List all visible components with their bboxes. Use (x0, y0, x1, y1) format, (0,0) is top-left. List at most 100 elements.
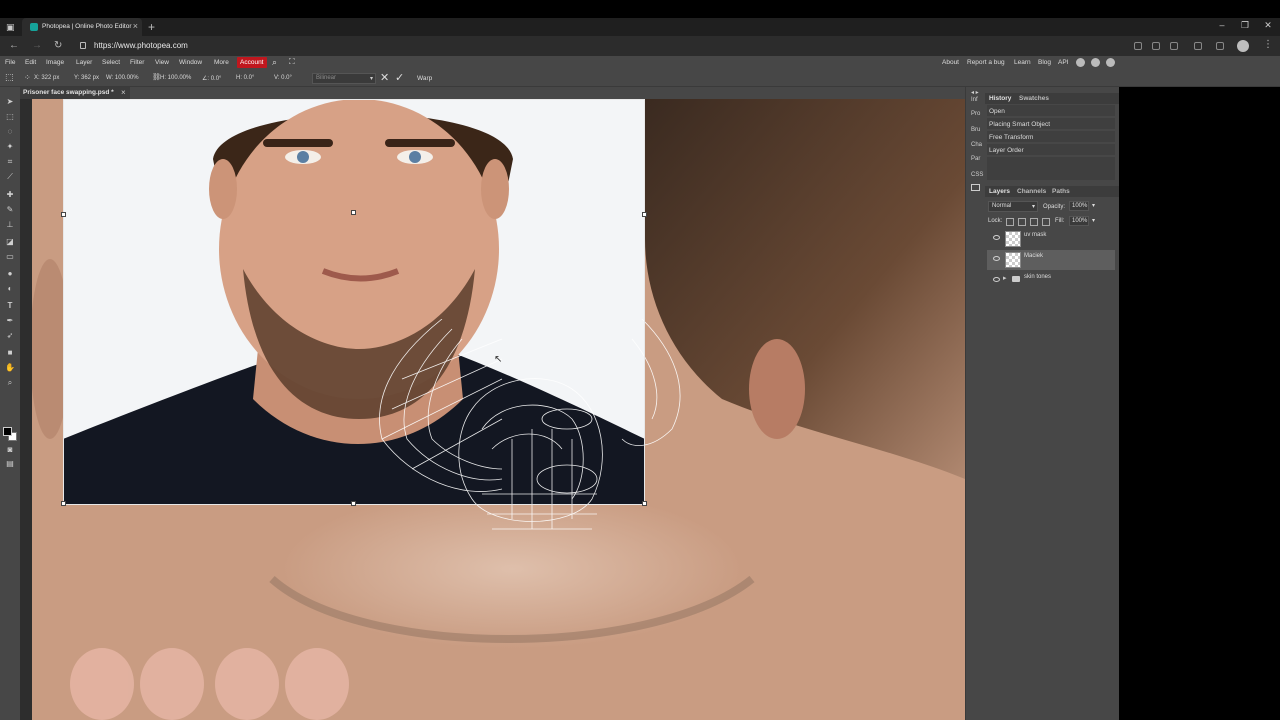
marquee-tool-icon[interactable]: ⬚ (5, 112, 15, 122)
lock-pixels-icon[interactable] (1018, 218, 1026, 226)
api-link[interactable]: API (1058, 59, 1068, 66)
brush-tool-icon[interactable]: ✎ (5, 205, 15, 215)
panel-properties[interactable]: Pro (971, 111, 980, 117)
reference-point-icon[interactable]: ⁘ (24, 73, 31, 82)
panel-info[interactable]: Inf (971, 97, 978, 103)
menu-select[interactable]: Select (102, 59, 120, 66)
extension-icon[interactable] (1134, 42, 1142, 50)
warp-button[interactable]: Warp (417, 75, 432, 82)
learn-link[interactable]: Learn (1014, 59, 1031, 66)
rotation-field[interactable]: ∠: 0.0° (202, 75, 221, 82)
panel-character[interactable]: Cha (971, 142, 982, 148)
back-arrow-icon[interactable]: ← (9, 40, 19, 51)
menu-view[interactable]: View (155, 59, 169, 66)
lock-all-icon[interactable] (1042, 218, 1050, 226)
transform-handle-bottom[interactable] (351, 501, 356, 506)
reddit-icon[interactable] (1076, 58, 1085, 67)
width-percent-field[interactable]: W: 100.00% (106, 75, 139, 81)
read-mode-icon[interactable] (1152, 42, 1160, 50)
menu-file[interactable]: File (5, 59, 15, 66)
panel-brush[interactable]: Bru (971, 127, 980, 133)
tab-actions-icon[interactable]: ▣ (6, 22, 16, 32)
history-item[interactable]: Open (987, 105, 1115, 117)
hand-tool-icon[interactable]: ✋ (5, 363, 15, 373)
history-item[interactable]: Placing Smart Object (987, 118, 1115, 130)
blend-mode-select[interactable]: Normal ▾ (988, 201, 1038, 212)
crop-tool-icon[interactable]: ⌗ (5, 157, 15, 167)
path-select-icon[interactable]: ➶ (5, 331, 15, 341)
layer-row[interactable]: ▸ skin tones (987, 271, 1115, 291)
visibility-eye-icon[interactable] (993, 235, 1000, 240)
skew-vertical-field[interactable]: V: 0.0° (274, 75, 292, 81)
panel-paragraph[interactable]: Par (971, 156, 980, 162)
document-tab[interactable]: Prisoner face swapping.psd * × (20, 87, 130, 99)
chevron-right-icon[interactable]: ▸ (1003, 274, 1007, 282)
layer-row[interactable]: Maciek (987, 250, 1115, 270)
image-panel-icon[interactable] (971, 184, 980, 191)
tab-history[interactable]: History (989, 95, 1011, 102)
close-window-button[interactable]: ✕ (1258, 20, 1278, 31)
extensions-puzzle-icon[interactable] (1170, 42, 1178, 50)
visibility-eye-icon[interactable] (993, 256, 1000, 261)
menu-layer[interactable]: Layer (76, 59, 92, 66)
screen-mode-icon[interactable]: ▤ (5, 459, 15, 469)
fill-dropdown-icon[interactable]: ▾ (1092, 217, 1095, 224)
layer-row[interactable]: uv mask (987, 229, 1115, 249)
commit-transform-icon[interactable]: ✓ (395, 71, 404, 84)
collapse-arrows-icon[interactable]: ◂ ▸ (971, 89, 979, 96)
document-close-icon[interactable]: × (121, 88, 126, 97)
minimize-button[interactable]: – (1212, 20, 1232, 30)
history-item[interactable]: Free Transform (987, 131, 1115, 143)
collections-icon[interactable] (1216, 42, 1224, 50)
clone-stamp-icon[interactable]: ⊥ (5, 220, 15, 230)
reload-icon[interactable]: ↻ (54, 40, 62, 51)
y-position-field[interactable]: Y: 362 px (74, 75, 99, 81)
browser-menu-icon[interactable]: ⋮ (1263, 39, 1273, 50)
lock-icon[interactable] (80, 42, 86, 49)
history-item[interactable]: Layer Order (987, 144, 1115, 156)
eyedropper-icon[interactable]: ⟋ (5, 172, 15, 182)
transform-handle-bottom-left[interactable] (61, 501, 66, 506)
quick-mask-icon[interactable]: ◙ (5, 445, 15, 455)
new-tab-button[interactable]: + (148, 20, 155, 34)
lock-position-icon[interactable] (1030, 218, 1038, 226)
opacity-field[interactable]: 100% (1069, 201, 1089, 211)
skew-horizontal-field[interactable]: H: 0.0° (236, 75, 254, 81)
height-percent-field[interactable]: H: 100.00% (160, 75, 191, 81)
fill-field[interactable]: 100% (1069, 216, 1089, 226)
cancel-transform-icon[interactable]: ✕ (380, 71, 389, 84)
opacity-dropdown-icon[interactable]: ▾ (1092, 202, 1095, 209)
foreground-color-swatch[interactable] (3, 427, 12, 436)
menu-edit[interactable]: Edit (25, 59, 36, 66)
tab-layers[interactable]: Layers (989, 188, 1010, 195)
interpolation-select[interactable]: Bilinear ▾ (312, 73, 376, 84)
fullscreen-icon[interactable]: ⛶ (289, 57, 295, 67)
facebook-icon[interactable] (1106, 58, 1115, 67)
zoom-tool-icon[interactable]: ⌕ (5, 378, 15, 388)
visibility-eye-icon[interactable] (993, 277, 1000, 282)
shape-tool-icon[interactable]: ■ (5, 348, 15, 358)
pen-tool-icon[interactable]: ✒ (5, 316, 15, 326)
transform-tool-icon[interactable]: ⬚ (5, 72, 14, 83)
lock-transparent-icon[interactable] (1006, 218, 1014, 226)
tab-close-icon[interactable]: × (133, 21, 138, 31)
dodge-tool-icon[interactable]: ◐ (5, 284, 15, 294)
magic-wand-icon[interactable]: ✦ (5, 142, 15, 152)
move-tool-icon[interactable]: ➤ (5, 97, 15, 107)
profile-avatar[interactable] (1237, 40, 1249, 52)
forward-arrow-icon[interactable]: → (32, 40, 42, 51)
document-canvas[interactable]: ↖ (32, 99, 965, 720)
x-position-field[interactable]: X: 322 px (34, 75, 59, 81)
tab-paths[interactable]: Paths (1052, 188, 1070, 195)
gradient-tool-icon[interactable]: ▭ (5, 252, 15, 262)
canvas-area[interactable]: ↖ (20, 99, 965, 720)
maximize-button[interactable]: ❐ (1235, 20, 1255, 31)
blur-tool-icon[interactable]: ● (5, 269, 15, 279)
transform-handle-left[interactable] (61, 212, 66, 217)
menu-window[interactable]: Window (179, 59, 202, 66)
tab-channels[interactable]: Channels (1017, 188, 1046, 195)
favorites-star-icon[interactable] (1194, 42, 1202, 50)
url-field[interactable]: https://www.photopea.com (94, 41, 188, 50)
eraser-tool-icon[interactable]: ◪ (5, 237, 15, 247)
healing-brush-icon[interactable]: ✚ (5, 190, 15, 200)
